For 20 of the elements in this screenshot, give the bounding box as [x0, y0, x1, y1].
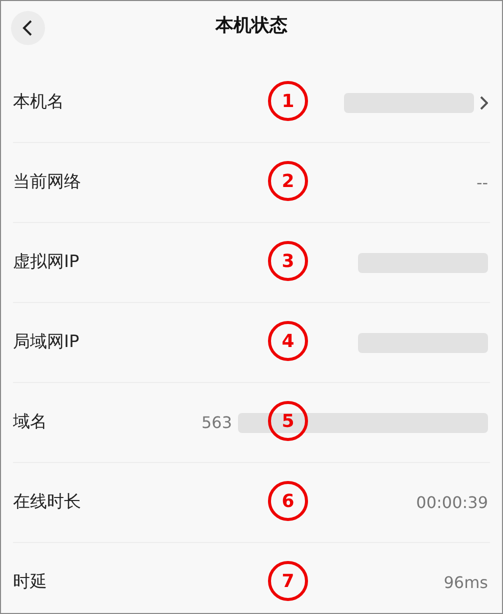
row-label: 当前网络 — [13, 170, 82, 194]
row-label: 在线时长 — [13, 490, 82, 514]
numbered-marker: 4 — [268, 321, 308, 361]
value-text: 96ms — [444, 572, 488, 594]
value-text: -- — [476, 172, 488, 194]
value-text: 563 — [201, 412, 232, 434]
row-label: 本机名 — [13, 90, 65, 114]
back-icon — [22, 20, 34, 36]
row-label: 域名 — [13, 410, 48, 434]
value-text: 00:00:39 — [416, 492, 488, 514]
row-label: 局域网IP — [13, 330, 80, 354]
numbered-marker: 2 — [268, 161, 308, 201]
numbered-marker: 6 — [268, 481, 308, 521]
row-label: 虚拟网IP — [13, 250, 80, 274]
row-label: 时延 — [13, 571, 48, 594]
numbered-marker: 1 — [268, 81, 308, 121]
page-title: 本机状态 — [216, 14, 288, 38]
back-button[interactable] — [11, 11, 45, 45]
numbered-marker: 3 — [268, 241, 308, 281]
numbered-marker: 7 — [268, 561, 308, 601]
